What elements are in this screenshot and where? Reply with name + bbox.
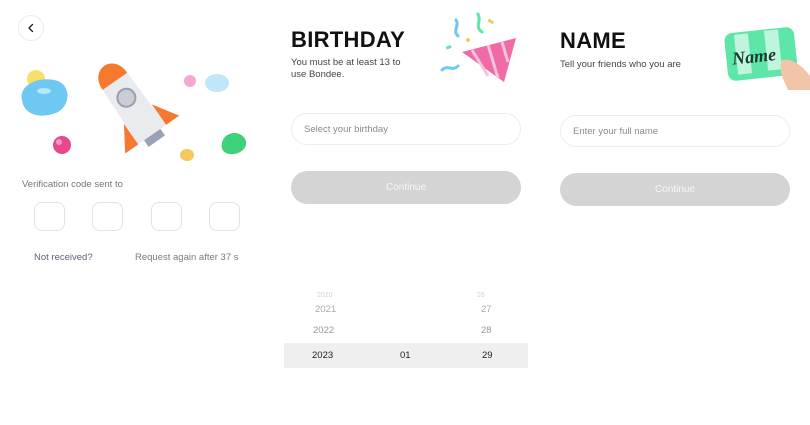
code-digit-4[interactable]	[209, 202, 240, 231]
code-digit-1[interactable]	[34, 202, 65, 231]
continue-button[interactable]: Continue	[291, 171, 521, 204]
subtitle-line-2: use Bondee.	[291, 69, 345, 80]
name-card-illustration: Name	[724, 27, 810, 90]
picker-month-selected[interactable]: 01	[400, 350, 411, 361]
name-screen: NAME Tell your friends who you are Name …	[540, 0, 810, 425]
verification-screen: Verification code sent to Not received? …	[0, 0, 270, 425]
picker-day[interactable]: 28	[481, 325, 492, 336]
picker-day[interactable]: 27	[481, 304, 492, 315]
picker-year[interactable]: 2022	[313, 325, 334, 336]
picker-row: 2022 28	[284, 318, 528, 343]
party-hat-illustration	[440, 12, 516, 82]
page-title: NAME	[560, 28, 626, 53]
continue-button[interactable]: Continue	[560, 173, 790, 206]
page-title: BIRTHDAY	[291, 27, 406, 52]
code-digit-3[interactable]	[151, 202, 182, 231]
picker-selected-row: 2023 01 29	[284, 343, 528, 368]
verification-sent-label: Verification code sent to	[22, 179, 123, 190]
picker-year[interactable]: 2021	[315, 304, 336, 315]
subtitle-line-1: You must be at least 13 to	[291, 57, 401, 68]
rocket-illustration	[21, 63, 247, 161]
not-received-link[interactable]: Not received?	[34, 252, 93, 263]
birthday-input[interactable]: Select your birthday	[291, 113, 521, 145]
request-again-timer: Request again after 37 s	[135, 252, 239, 263]
birthday-subtitle: You must be at least 13 to use Bondee.	[291, 57, 401, 81]
picker-day-selected[interactable]: 29	[482, 350, 493, 361]
code-digit-2[interactable]	[92, 202, 123, 231]
picker-year-selected[interactable]: 2023	[312, 350, 333, 361]
name-subtitle: Tell your friends who you are	[560, 59, 681, 70]
chevron-left-icon	[28, 23, 34, 33]
back-button[interactable]	[18, 15, 44, 41]
full-name-input[interactable]: Enter your full name	[560, 115, 790, 147]
